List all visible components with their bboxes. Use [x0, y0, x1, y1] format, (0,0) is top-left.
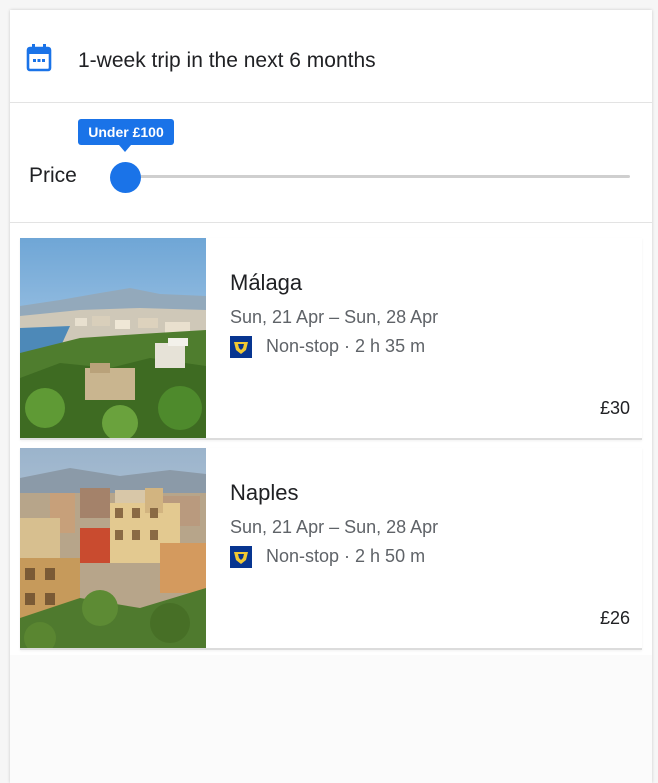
- ryanair-logo-icon: [230, 336, 252, 358]
- destination-card-naples[interactable]: Naples Sun, 21 Apr – Sun, 28 Apr Non-sto…: [20, 448, 642, 650]
- price: £30: [599, 398, 630, 418]
- trip-dates: Sun, 21 Apr – Sun, 28 Apr: [230, 307, 439, 327]
- destination-image-malaga: [20, 238, 206, 438]
- price-slider-tooltip: Under £100: [78, 119, 174, 145]
- trip-dates: Sun, 21 Apr – Sun, 28 Apr: [230, 517, 439, 537]
- price-slider-thumb[interactable]: [110, 162, 141, 193]
- date-filter-row[interactable]: 1-week trip in the next 6 months: [10, 10, 652, 103]
- flight-info: Non-stop · 2 h 50 m: [266, 546, 426, 566]
- price-slider-track[interactable]: [125, 175, 630, 178]
- calendar-icon: [26, 44, 52, 72]
- price-filter-row: Under £100 Price: [10, 103, 652, 223]
- trip-duration-label: 1-week trip in the next 6 months: [78, 49, 376, 72]
- destination-card-malaga[interactable]: Málaga Sun, 21 Apr – Sun, 28 Apr Non-sto…: [20, 238, 642, 440]
- destination-city: Naples: [230, 480, 299, 505]
- ryanair-logo-icon: [230, 546, 252, 568]
- tooltip-arrow: [119, 145, 131, 152]
- explore-panel: 1-week trip in the next 6 months Under £…: [10, 10, 652, 783]
- flight-info: Non-stop · 2 h 35 m: [266, 336, 426, 356]
- price-label: Price: [29, 164, 77, 187]
- destination-image-naples: [20, 448, 206, 648]
- price: £26: [599, 608, 630, 628]
- destination-city: Málaga: [230, 270, 303, 295]
- results-list-empty-area: [10, 655, 652, 783]
